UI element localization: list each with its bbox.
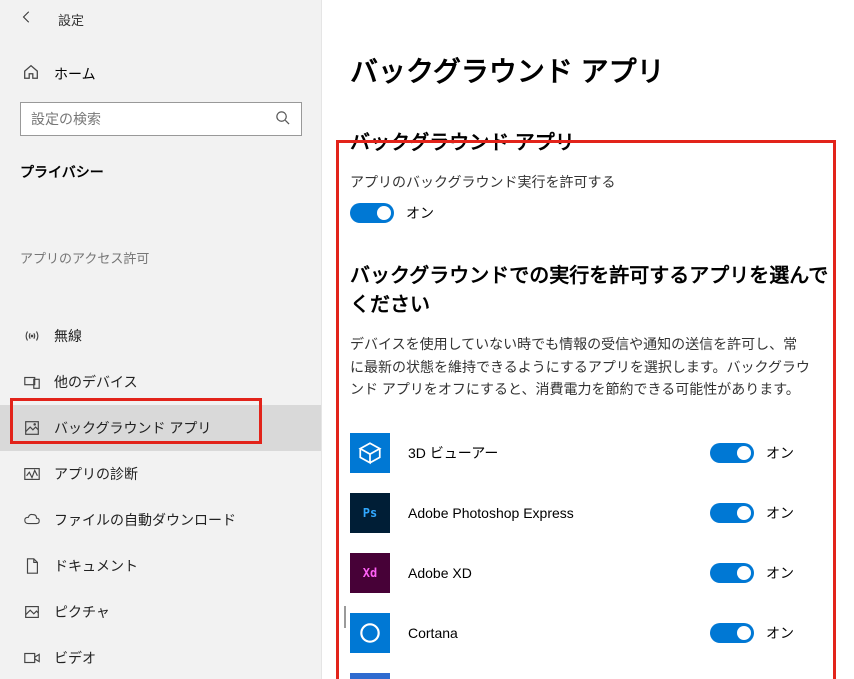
sidebar-item-other-devices[interactable]: 他のデバイス — [0, 359, 322, 405]
sidebar-item-documents[interactable]: ドキュメント — [0, 543, 322, 589]
app-icon-adobe-xd: Xd — [350, 553, 390, 593]
sidebar-item-label: アプリの診断 — [54, 464, 138, 484]
sidebar-subheading: アプリのアクセス許可 — [0, 192, 322, 273]
content-scrollbar-thumb[interactable] — [344, 606, 346, 628]
sidebar-item-label: ピクチャ — [54, 602, 110, 622]
sidebar-item-pictures[interactable]: ピクチャ — [0, 589, 322, 635]
sidebar-item-label: 他のデバイス — [54, 372, 138, 392]
app-name: 3D ビューアー — [408, 443, 710, 463]
app-name: Cortana — [408, 625, 710, 641]
app-toggle-label: オン — [766, 623, 794, 643]
app-icon-3d-viewer — [350, 433, 390, 473]
master-toggle[interactable] — [350, 203, 394, 223]
nav-home-label: ホーム — [54, 64, 96, 84]
sidebar-item-label: 無線 — [54, 326, 82, 346]
section-apps-desc: デバイスを使用していない時でも情報の受信や通知の送信を許可し、常に最新の状態を維… — [350, 333, 810, 400]
app-toggle-label: オン — [766, 443, 794, 463]
home-icon — [22, 63, 42, 84]
sidebar-item-label: ドキュメント — [54, 556, 138, 576]
app-row-adobe-xd: Xd Adobe XD オン — [350, 543, 854, 603]
background-apps-icon — [22, 418, 42, 438]
app-name: Adobe XD — [408, 565, 710, 581]
sidebar-nav-list: メッセージング 無線 他のデバイス バックグラウンド アプリ アプリの診断 — [0, 273, 322, 679]
section-heading-master: バックグラウンド アプリ — [350, 126, 854, 155]
app-toggle-label: オン — [766, 563, 794, 583]
app-row-photoshop-express: Ps Adobe Photoshop Express オン — [350, 483, 854, 543]
master-toggle-label: オン — [406, 203, 434, 223]
sidebar-item-label: ファイルの自動ダウンロード — [54, 510, 236, 530]
sidebar-item-partial[interactable]: メッセージング — [0, 273, 322, 313]
page-title: バックグラウンド アプリ — [350, 50, 854, 90]
devices-icon — [22, 372, 42, 392]
app-row-m365: Microsoft 365 (Office) オン — [350, 663, 854, 679]
app-toggle-3d-viewer[interactable] — [710, 443, 754, 463]
content-pane: バックグラウンド アプリ バックグラウンド アプリ アプリのバックグラウンド実行… — [322, 0, 854, 679]
sidebar-item-video[interactable]: ビデオ — [0, 635, 322, 679]
app-icon-m365 — [350, 673, 390, 679]
search-icon — [275, 110, 291, 129]
app-toggle-photoshop-express[interactable] — [710, 503, 754, 523]
sidebar-item-app-diagnostics[interactable]: アプリの診断 — [0, 451, 322, 497]
video-icon — [22, 648, 42, 668]
cloud-download-icon — [22, 510, 42, 530]
app-toggle-adobe-xd[interactable] — [710, 563, 754, 583]
search-box[interactable] — [20, 102, 302, 136]
app-icon-photoshop-express: Ps — [350, 493, 390, 533]
app-name: Adobe Photoshop Express — [408, 505, 710, 521]
sidebar-item-label: ビデオ — [54, 648, 96, 668]
search-row — [0, 92, 322, 136]
app-list: 3D ビューアー オン Ps Adobe Photoshop Express オ… — [350, 423, 854, 679]
app-row-3d-viewer: 3D ビューアー オン — [350, 423, 854, 483]
section-heading-apps: バックグラウンドでの実行を許可するアプリを選んでください — [350, 259, 830, 317]
sidebar-item-auto-download[interactable]: ファイルの自動ダウンロード — [0, 497, 322, 543]
master-toggle-row: オン — [350, 203, 854, 223]
document-icon — [22, 556, 42, 576]
app-row-cortana: Cortana オン — [350, 603, 854, 663]
sidebar: 設定 ホーム プライバシー アプリのアクセス許可 メッセージング 無線 — [0, 0, 322, 679]
app-toggle-label: オン — [766, 503, 794, 523]
pictures-icon — [22, 602, 42, 622]
diagnostics-icon — [22, 464, 42, 484]
window-title: 設定 — [58, 10, 84, 29]
nav-home[interactable]: ホーム — [0, 37, 322, 92]
sidebar-heading-privacy: プライバシー — [0, 136, 322, 192]
search-input[interactable] — [31, 111, 275, 127]
master-toggle-desc: アプリのバックグラウンド実行を許可する — [350, 171, 810, 193]
sidebar-item-radio[interactable]: 無線 — [0, 313, 322, 359]
back-icon[interactable] — [20, 10, 36, 29]
sidebar-item-label: バックグラウンド アプリ — [54, 418, 211, 438]
sidebar-item-background-apps[interactable]: バックグラウンド アプリ — [0, 405, 322, 451]
app-toggle-cortana[interactable] — [710, 623, 754, 643]
titlebar: 設定 — [0, 0, 322, 37]
app-icon-cortana — [350, 613, 390, 653]
radio-icon — [22, 326, 42, 346]
